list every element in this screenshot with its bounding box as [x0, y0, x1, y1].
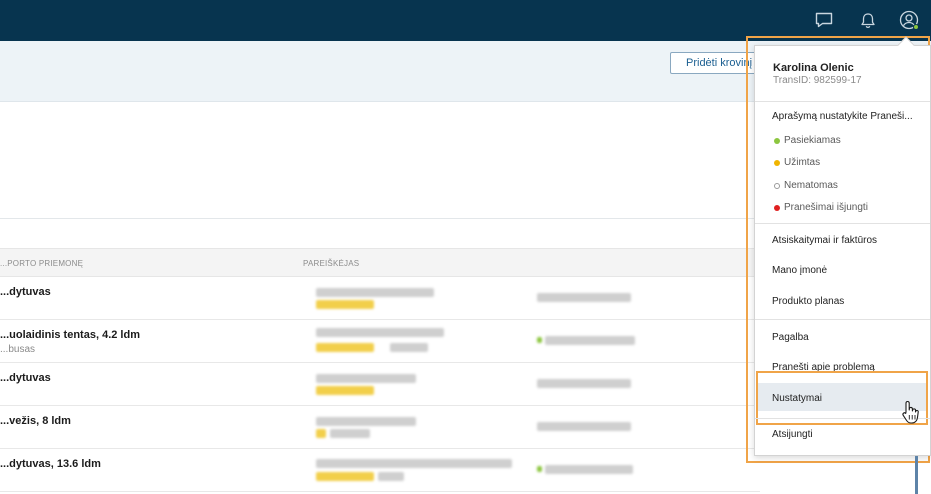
table-row[interactable]: ...dytuvas	[0, 277, 760, 320]
menu-item-billing[interactable]: Atsiskaitymai ir faktūros	[772, 235, 877, 246]
online-indicator	[537, 337, 542, 343]
redacted-rating	[316, 472, 374, 481]
row-vehicle-title: ...dytuvas, 13.6 ldm	[0, 458, 101, 470]
redacted-text	[316, 459, 512, 468]
section-divider	[0, 218, 760, 219]
status-label: Pasiekiamas	[784, 135, 841, 146]
redacted-contact	[537, 293, 631, 302]
status-dot-icon	[774, 182, 780, 189]
status-available[interactable]: Pasiekiamas	[774, 135, 841, 146]
redacted-text	[390, 343, 428, 352]
hand-cursor-icon	[900, 400, 920, 426]
redacted-text	[316, 288, 434, 297]
status-dot-icon	[774, 159, 780, 166]
redacted-text	[316, 417, 416, 426]
redacted-contact	[545, 465, 633, 474]
user-name: Karolina Olenic	[773, 62, 854, 74]
table-row[interactable]: ...uolaidinis tentas, 4.2 ldm ...busas	[0, 320, 760, 363]
status-description-item[interactable]: Aprašymą nustatykite Praneši...	[772, 111, 913, 122]
status-label: Užimtas	[784, 157, 821, 168]
status-label: Pranešimai išjungti	[784, 202, 868, 213]
menu-item-help[interactable]: Pagalba	[772, 332, 809, 343]
menu-item-settings[interactable]: Nustatymai	[772, 393, 822, 404]
row-vehicle-title: ...dytuvas	[0, 286, 51, 298]
redacted-rating	[316, 343, 374, 352]
redacted-text	[378, 472, 404, 481]
redacted-rating	[316, 386, 374, 395]
row-vehicle-title: ...uolaidinis tentas, 4.2 ldm	[0, 329, 140, 341]
online-status-dot	[913, 24, 919, 30]
column-header-vehicle[interactable]: ...PORTO PRIEMONĘ	[0, 259, 83, 268]
redacted-text	[316, 374, 416, 383]
redacted-contact	[537, 422, 631, 431]
table-row[interactable]: ...dytuvas, 13.6 ldm	[0, 449, 760, 492]
chat-icon[interactable]	[813, 9, 835, 31]
table-row[interactable]: ...dytuvas	[0, 363, 760, 406]
status-invisible[interactable]: Nematomas	[774, 180, 838, 191]
redacted-text	[316, 328, 444, 337]
menu-divider	[755, 223, 930, 224]
user-icon[interactable]	[898, 9, 920, 31]
bell-icon[interactable]	[857, 9, 879, 31]
status-dot-icon	[774, 204, 780, 211]
menu-item-logout[interactable]: Atsijungti	[772, 429, 813, 440]
redacted-contact	[537, 379, 631, 388]
menu-divider	[755, 319, 930, 320]
top-bar	[0, 0, 931, 41]
status-notifications-off[interactable]: Pranešimai išjungti	[774, 202, 868, 213]
status-dot-icon	[774, 137, 780, 144]
table-row[interactable]: ...vežis, 8 ldm	[0, 406, 760, 449]
menu-item-my-company[interactable]: Mano įmonė	[772, 265, 827, 276]
redacted-text	[330, 429, 370, 438]
redacted-contact	[545, 336, 635, 345]
menu-item-product-plan[interactable]: Produkto planas	[772, 296, 844, 307]
row-vehicle-title: ...dytuvas	[0, 372, 51, 384]
status-busy[interactable]: Užimtas	[774, 157, 820, 168]
table-header: ...PORTO PRIEMONĘ PAREIŠKĖJAS	[0, 248, 760, 277]
menu-divider	[755, 101, 930, 102]
redacted-rating	[316, 300, 374, 309]
redacted-rating	[316, 429, 326, 438]
status-label: Nematomas	[784, 180, 838, 191]
row-vehicle-subtitle: ...busas	[0, 344, 36, 355]
user-trans-id: TransID: 982599-17	[773, 75, 862, 86]
row-vehicle-title: ...vežis, 8 ldm	[0, 415, 71, 427]
column-header-applicant[interactable]: PAREIŠKĖJAS	[303, 259, 359, 268]
scrollbar[interactable]	[915, 456, 918, 494]
online-indicator	[537, 466, 542, 472]
